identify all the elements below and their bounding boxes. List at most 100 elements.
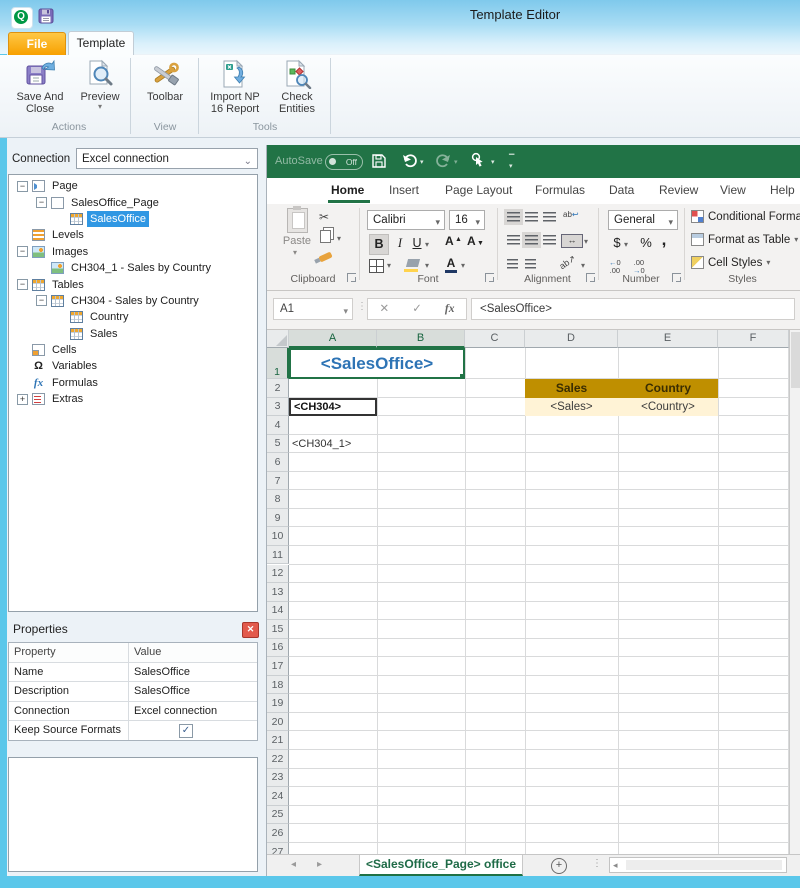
scroll-left-icon[interactable]: ◂: [613, 860, 618, 871]
tree-item-sales[interactable]: −Sales: [9, 326, 257, 342]
customize-qat-icon[interactable]: ▔▾: [509, 154, 514, 170]
insert-function-icon[interactable]: fx: [445, 299, 455, 319]
currency-caret[interactable]: ▾: [624, 240, 628, 249]
name-box[interactable]: A1▾: [273, 298, 353, 320]
minus-expander-icon[interactable]: −: [17, 246, 28, 257]
tab-file[interactable]: File: [8, 32, 66, 56]
fill-color-caret[interactable]: ▾: [425, 261, 429, 270]
save-icon[interactable]: [371, 153, 387, 174]
column-header-b[interactable]: B: [377, 330, 465, 348]
excel-tab-page-layout[interactable]: Page Layout: [445, 183, 512, 197]
property-value[interactable]: Excel connection: [129, 702, 257, 721]
toolbar-button[interactable]: Toolbar: [138, 57, 192, 103]
preview-button[interactable]: Preview ▾: [74, 57, 126, 111]
row-header-14[interactable]: 14: [267, 602, 289, 621]
property-value[interactable]: ✓: [129, 721, 257, 740]
tree-item-variables[interactable]: −ΩVariables: [9, 358, 257, 374]
tree-item-extras[interactable]: +Extras: [9, 391, 257, 407]
align-right-icon[interactable]: [543, 235, 556, 245]
redo-icon[interactable]: [435, 153, 452, 174]
merge-center-icon[interactable]: ↔: [561, 234, 583, 248]
row-header-12[interactable]: 12: [267, 565, 289, 584]
copy-icon[interactable]: [320, 230, 331, 243]
row-header-11[interactable]: 11: [267, 546, 289, 565]
align-middle-icon[interactable]: [525, 212, 538, 222]
row-header-10[interactable]: 10: [267, 527, 289, 546]
merge-center-caret[interactable]: ▾: [584, 237, 588, 246]
property-value[interactable]: SalesOffice: [129, 682, 257, 701]
plus-expander-icon[interactable]: +: [17, 394, 28, 405]
minus-expander-icon[interactable]: −: [36, 197, 47, 208]
property-value[interactable]: SalesOffice: [129, 663, 257, 682]
tree-item-images[interactable]: −Images: [9, 244, 257, 260]
row-header-4[interactable]: 4: [267, 416, 289, 435]
vertical-scrollbar[interactable]: [789, 330, 800, 854]
redo-dropdown-caret[interactable]: ▾: [454, 158, 458, 166]
quick-save-icon[interactable]: [38, 8, 54, 29]
excel-tab-home[interactable]: Home: [331, 183, 364, 197]
keep-source-formats-checkbox[interactable]: ✓: [179, 724, 193, 738]
font-size-select[interactable]: 16▾: [449, 210, 485, 230]
connection-select[interactable]: Excel connection ⌄: [76, 148, 258, 169]
save-and-close-button[interactable]: Save And Close: [10, 57, 70, 115]
font-name-select[interactable]: Calibri▾: [367, 210, 445, 230]
minus-expander-icon[interactable]: −: [17, 181, 28, 192]
excel-tab-view[interactable]: View: [720, 183, 746, 197]
row-header-26[interactable]: 26: [267, 824, 289, 843]
percent-button[interactable]: %: [639, 235, 653, 250]
tab-template[interactable]: Template: [68, 31, 134, 56]
horizontal-scrollbar[interactable]: ◂: [609, 857, 787, 873]
tree-item-salesoffice[interactable]: −SalesOffice: [9, 211, 257, 227]
row-header-22[interactable]: 22: [267, 750, 289, 769]
excel-tab-data[interactable]: Data: [609, 183, 634, 197]
enter-icon[interactable]: ✓: [412, 299, 422, 319]
paste-button[interactable]: Paste ▾: [279, 208, 315, 266]
number-format-select[interactable]: General▾: [608, 210, 678, 230]
currency-button[interactable]: $: [611, 235, 623, 250]
row-header-16[interactable]: 16: [267, 639, 289, 658]
column-header-e[interactable]: E: [618, 330, 718, 348]
row-header-1[interactable]: 1: [267, 348, 289, 379]
cell-e3[interactable]: <Country>: [618, 398, 718, 417]
cancel-icon[interactable]: ✕: [380, 299, 390, 319]
underline-button[interactable]: U: [409, 234, 425, 253]
excel-tab-review[interactable]: Review: [659, 183, 698, 197]
row-header-8[interactable]: 8: [267, 490, 289, 509]
row-header-27[interactable]: 27: [267, 843, 289, 854]
undo-icon[interactable]: [401, 153, 418, 174]
undo-dropdown-caret[interactable]: ▾: [420, 158, 424, 166]
column-header-d[interactable]: D: [525, 330, 618, 348]
comma-button[interactable]: ,: [659, 230, 669, 250]
align-top-icon[interactable]: [507, 212, 520, 222]
cell-e2[interactable]: Country: [618, 379, 718, 398]
cut-icon[interactable]: ✂: [319, 210, 329, 224]
select-all-corner[interactable]: [267, 330, 289, 348]
prev-sheet-icon[interactable]: ◂: [291, 859, 296, 870]
row-header-20[interactable]: 20: [267, 713, 289, 732]
scrollbar-thumb[interactable]: [626, 860, 782, 870]
excel-tab-insert[interactable]: Insert: [389, 183, 419, 197]
check-entities-button[interactable]: Check Entities: [268, 57, 326, 115]
close-icon[interactable]: ✕: [242, 622, 259, 638]
borders-caret[interactable]: ▾: [387, 261, 391, 270]
decrease-font-icon[interactable]: A▼: [467, 236, 476, 247]
scrollbar-thumb[interactable]: [791, 332, 800, 388]
tree-item-tables[interactable]: −Tables: [9, 276, 257, 292]
touch-mode-caret[interactable]: ▾: [491, 158, 495, 166]
new-sheet-icon[interactable]: +: [551, 858, 567, 874]
excel-tab-formulas[interactable]: Formulas: [535, 183, 585, 197]
align-left-icon[interactable]: [507, 235, 520, 245]
fill-color-icon[interactable]: [406, 259, 420, 267]
italic-button[interactable]: I: [393, 234, 407, 253]
row-header-3[interactable]: 3: [267, 398, 289, 417]
row-header-15[interactable]: 15: [267, 620, 289, 639]
import-np16-button[interactable]: Import NP 16 Report: [204, 57, 266, 115]
minus-expander-icon[interactable]: −: [36, 295, 47, 306]
tree-item-ch304-sales-by-country[interactable]: −CH304 - Sales by Country: [9, 293, 257, 309]
align-bottom-icon[interactable]: [543, 212, 556, 222]
preview-dropdown-caret[interactable]: ▾: [74, 103, 126, 111]
font-color-caret[interactable]: ▾: [461, 261, 465, 270]
tree-item-levels[interactable]: −Levels: [9, 227, 257, 243]
cell-styles-button[interactable]: Cell Styles▾: [691, 256, 770, 269]
row-header-5[interactable]: 5: [267, 435, 289, 454]
